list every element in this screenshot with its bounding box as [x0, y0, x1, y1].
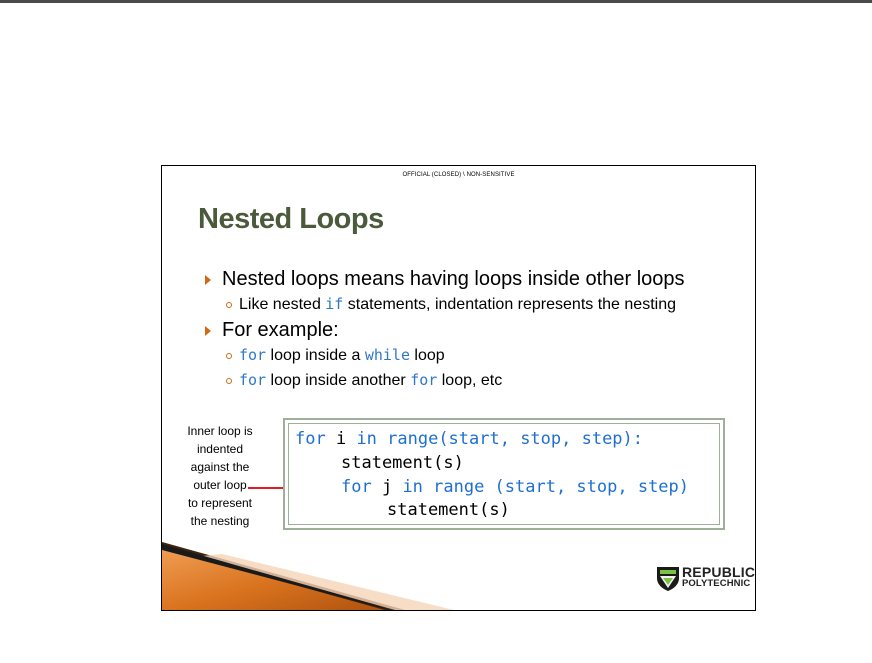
- code-line-4: statement(s): [387, 500, 510, 520]
- circle-bullet-icon: [226, 378, 232, 384]
- slide-title: Nested Loops: [198, 203, 384, 235]
- code-block: for i in range(start, stop, step): state…: [283, 418, 725, 530]
- logo-wordmark: REPUBLIC POLYTECHNIC: [682, 564, 756, 590]
- sub-bullet-text-post: statements, indentation represents the n…: [343, 296, 676, 313]
- code-line-1: for i in range(start, stop, step):: [295, 429, 644, 449]
- note-line: against the: [190, 460, 250, 474]
- code-keyword: for: [410, 371, 438, 389]
- bullet-item: Nested loops means having loops inside o…: [198, 266, 755, 292]
- sub-bullet-item: Like nested if statements, indentation r…: [198, 292, 755, 317]
- code-keyword: for: [239, 371, 267, 389]
- sub-bullet-text-post: loop: [409, 347, 445, 364]
- note-line: outer loop: [193, 478, 247, 492]
- bullet-list: Nested loops means having loops inside o…: [198, 266, 755, 393]
- sub-bullet-text-mid: loop inside another: [266, 372, 411, 389]
- sub-bullet-text-mid: loop inside a: [266, 347, 365, 364]
- code-keyword: if: [325, 295, 344, 313]
- note-line: to represent: [187, 496, 253, 510]
- code-keyword: while: [364, 346, 410, 364]
- shield-logo-icon: [657, 567, 679, 591]
- bullet-text: For example:: [222, 319, 339, 341]
- logo-line-2: POLYTECHNIC: [682, 578, 751, 589]
- code-line-3: for j in range (start, stop, step): [341, 477, 690, 497]
- window-top-border: [0, 0, 872, 3]
- logo-line-1: REPUBLIC: [682, 564, 756, 580]
- triangle-bullet-icon: [205, 326, 211, 336]
- sub-bullet-text-pre: Like nested: [239, 296, 326, 313]
- slide: OFFICIAL (CLOSED) \ NON-SENSITIVE Nested…: [161, 165, 756, 611]
- classification-label: OFFICIAL (CLOSED) \ NON-SENSITIVE: [402, 172, 515, 178]
- sub-bullet-text-post: loop, etc: [437, 372, 503, 389]
- sub-bullet-item: for loop inside another for loop, etc: [198, 368, 755, 393]
- sub-bullet-item: for loop inside a while loop: [198, 343, 755, 368]
- note-line: Inner loop is: [187, 424, 253, 438]
- bullet-text: Nested loops means having loops inside o…: [222, 268, 685, 290]
- bullet-item: For example:: [198, 317, 755, 343]
- slide-corner-decoration: [162, 542, 454, 610]
- code-keyword: for: [239, 346, 267, 364]
- code-line-2: statement(s): [341, 453, 464, 473]
- circle-bullet-icon: [226, 302, 232, 308]
- annotation-note: Inner loop is indented against the outer…: [170, 422, 270, 530]
- triangle-bullet-icon: [205, 275, 211, 285]
- note-line: indented: [196, 442, 244, 456]
- republic-polytechnic-logo: REPUBLIC POLYTECHNIC: [656, 564, 755, 600]
- circle-bullet-icon: [226, 353, 232, 359]
